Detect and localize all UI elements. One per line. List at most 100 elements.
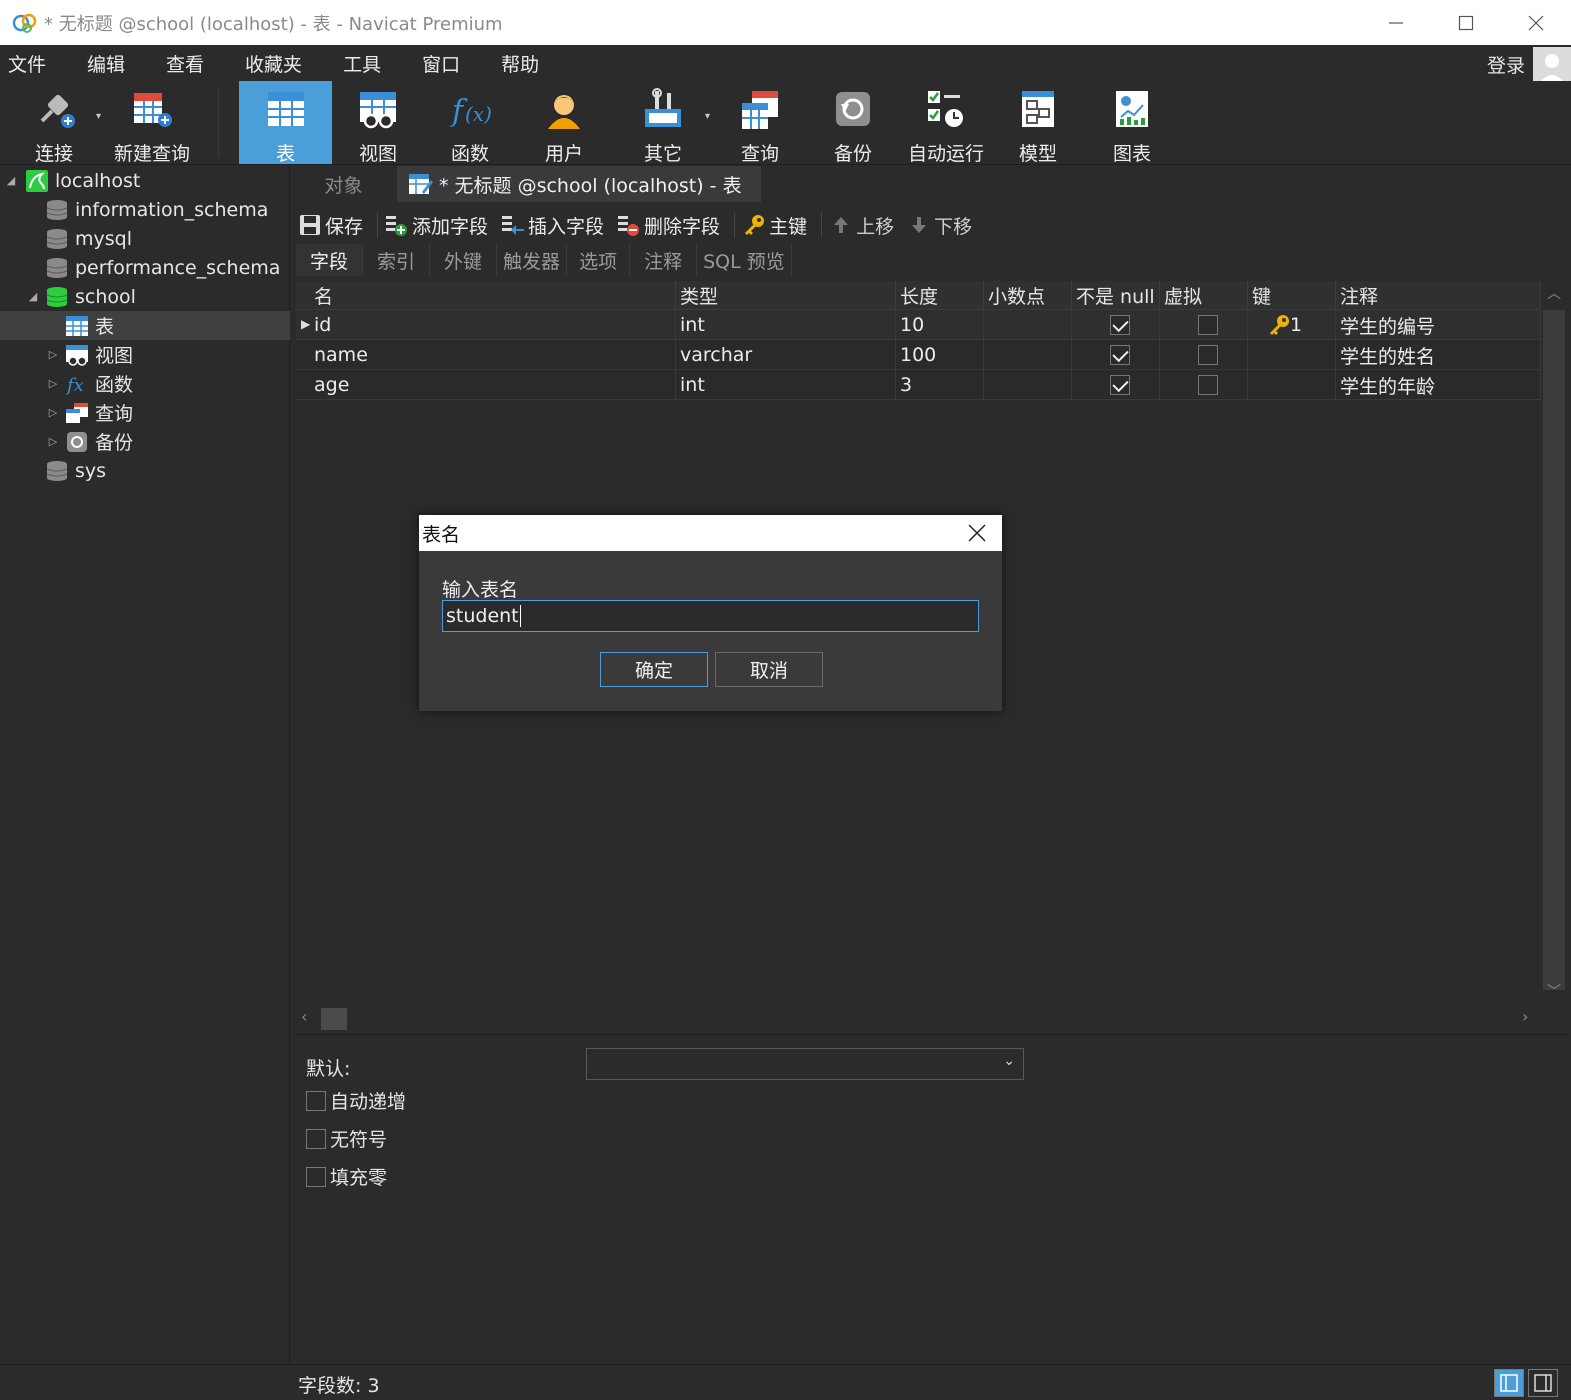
tab-comment[interactable]: 注释: [630, 244, 698, 276]
tree-item-functions[interactable]: ▷ fx 函数: [0, 369, 290, 398]
key-cell[interactable]: [1248, 340, 1336, 370]
expand-arrow-icon[interactable]: ▷: [46, 377, 60, 390]
tree-item-database[interactable]: mysql: [0, 224, 290, 253]
field-decimals-cell[interactable]: [984, 310, 1072, 340]
table-name-input[interactable]: student: [442, 600, 979, 632]
view-button[interactable]: 视图: [340, 81, 416, 165]
menu-edit[interactable]: 编辑: [79, 50, 142, 77]
auto-run-button[interactable]: 自动运行: [906, 81, 986, 165]
tab-triggers[interactable]: 触发器: [497, 244, 568, 276]
tree-item-views[interactable]: ▷ 视图: [0, 340, 290, 369]
scroll-up-icon[interactable]: ︿: [1547, 283, 1561, 303]
auto-increment-checkbox[interactable]: 自动递增: [306, 1087, 406, 1114]
table-row[interactable]: name varchar 100 学生的姓名: [296, 340, 1541, 370]
expand-arrow-icon[interactable]: ▷: [46, 406, 60, 419]
field-name-cell[interactable]: age: [310, 370, 676, 400]
virtual-checkbox[interactable]: [1198, 345, 1218, 365]
not-null-checkbox[interactable]: [1110, 375, 1130, 395]
field-length-cell[interactable]: 3: [896, 370, 984, 400]
tree-item-tables[interactable]: 表: [0, 311, 290, 340]
new-query-button[interactable]: 新建查询: [112, 81, 192, 165]
menu-view[interactable]: 查看: [158, 50, 221, 77]
tree-item-localhost[interactable]: ◢ localhost: [0, 166, 290, 195]
key-cell[interactable]: 1: [1248, 310, 1336, 340]
other-button[interactable]: 其它: [625, 81, 701, 165]
field-decimals-cell[interactable]: [984, 370, 1072, 400]
ok-button[interactable]: 确定: [600, 652, 708, 687]
tab-indexes[interactable]: 索引: [363, 244, 431, 276]
field-comment-cell[interactable]: 学生的编号: [1336, 310, 1541, 340]
login-link[interactable]: 登录: [1487, 51, 1525, 78]
backup-button[interactable]: 备份: [815, 81, 891, 165]
virtual-checkbox[interactable]: [1198, 375, 1218, 395]
field-type-cell[interactable]: varchar: [676, 340, 896, 370]
not-null-checkbox[interactable]: [1110, 345, 1130, 365]
scroll-left-icon[interactable]: ‹: [301, 1007, 307, 1026]
move-down-button[interactable]: 下移: [908, 212, 972, 239]
maximize-button[interactable]: [1431, 0, 1501, 45]
field-decimals-cell[interactable]: [984, 340, 1072, 370]
layout-right-panel-button[interactable]: [1528, 1369, 1558, 1397]
not-null-checkbox[interactable]: [1110, 315, 1130, 335]
chart-button[interactable]: 图表: [1094, 81, 1170, 165]
tab-sql-preview[interactable]: SQL 预览: [697, 244, 792, 276]
collapse-arrow-icon[interactable]: ◢: [26, 290, 40, 303]
column-header-key[interactable]: 键: [1248, 281, 1336, 310]
menu-tools[interactable]: 工具: [335, 50, 398, 77]
scroll-down-icon[interactable]: ﹀: [1547, 981, 1561, 1001]
function-button[interactable]: f (x) 函数: [432, 81, 508, 165]
layout-left-panel-button[interactable]: [1494, 1369, 1524, 1397]
default-value-select[interactable]: ⌄: [586, 1048, 1024, 1080]
minimize-button[interactable]: [1361, 0, 1431, 45]
insert-field-button[interactable]: 插入字段: [502, 212, 604, 239]
primary-key-button[interactable]: 主键: [743, 212, 807, 239]
column-header-length[interactable]: 长度: [896, 281, 984, 310]
model-button[interactable]: 模型: [1000, 81, 1076, 165]
expand-arrow-icon[interactable]: ▷: [46, 435, 60, 448]
horizontal-scrollbar[interactable]: ‹ ›: [296, 1006, 1541, 1032]
dialog-close-button[interactable]: [966, 522, 988, 544]
field-length-cell[interactable]: 10: [896, 310, 984, 340]
menu-help[interactable]: 帮助: [493, 50, 556, 77]
field-name-cell[interactable]: name: [310, 340, 676, 370]
add-field-button[interactable]: 添加字段: [386, 212, 488, 239]
column-header-not-null[interactable]: 不是 null: [1072, 281, 1160, 310]
cancel-button[interactable]: 取消: [715, 652, 823, 687]
column-header-name[interactable]: 名: [310, 281, 676, 310]
field-type-cell[interactable]: int: [676, 310, 896, 340]
column-header-decimals[interactable]: 小数点: [984, 281, 1072, 310]
table-row[interactable]: age int 3 学生的年龄: [296, 370, 1541, 400]
tree-item-database[interactable]: information_schema: [0, 195, 290, 224]
scroll-right-icon[interactable]: ›: [1522, 1007, 1528, 1026]
key-cell[interactable]: [1248, 370, 1336, 400]
field-comment-cell[interactable]: 学生的姓名: [1336, 340, 1541, 370]
expand-arrow-icon[interactable]: ▷: [46, 348, 60, 361]
table-button[interactable]: 表: [239, 81, 332, 165]
field-comment-cell[interactable]: 学生的年龄: [1336, 370, 1541, 400]
vertical-scrollbar[interactable]: ︿ ﹀: [1541, 281, 1567, 1005]
other-dropdown-icon[interactable]: ▾: [705, 111, 710, 122]
unsigned-checkbox[interactable]: 无符号: [306, 1125, 387, 1152]
tree-item-database[interactable]: performance_schema: [0, 253, 290, 282]
query-button[interactable]: 查询: [722, 81, 798, 165]
field-length-cell[interactable]: 100: [896, 340, 984, 370]
delete-field-button[interactable]: 删除字段: [618, 212, 720, 239]
tree-item-database[interactable]: sys: [0, 456, 290, 485]
menu-window[interactable]: 窗口: [414, 50, 477, 77]
tree-item-queries[interactable]: ▷ 查询: [0, 398, 290, 427]
collapse-arrow-icon[interactable]: ◢: [4, 174, 18, 187]
save-button[interactable]: 保存: [299, 212, 363, 239]
menu-file[interactable]: 文件: [0, 50, 63, 77]
scrollbar-thumb[interactable]: [1543, 310, 1565, 990]
connect-button[interactable]: 连接: [22, 81, 86, 165]
user-button[interactable]: 用户: [526, 81, 602, 165]
move-up-button[interactable]: 上移: [830, 212, 894, 239]
tab-fields[interactable]: 字段: [296, 244, 364, 276]
tree-item-backups[interactable]: ▷ 备份: [0, 427, 290, 456]
menu-favorites[interactable]: 收藏夹: [237, 50, 319, 77]
virtual-checkbox[interactable]: [1198, 315, 1218, 335]
table-row[interactable]: ▶ id int 10 1 学生的编号: [296, 310, 1541, 340]
column-header-comment[interactable]: 注释: [1336, 281, 1541, 310]
tree-item-school[interactable]: ◢ school: [0, 282, 290, 311]
column-header-virtual[interactable]: 虚拟: [1160, 281, 1248, 310]
